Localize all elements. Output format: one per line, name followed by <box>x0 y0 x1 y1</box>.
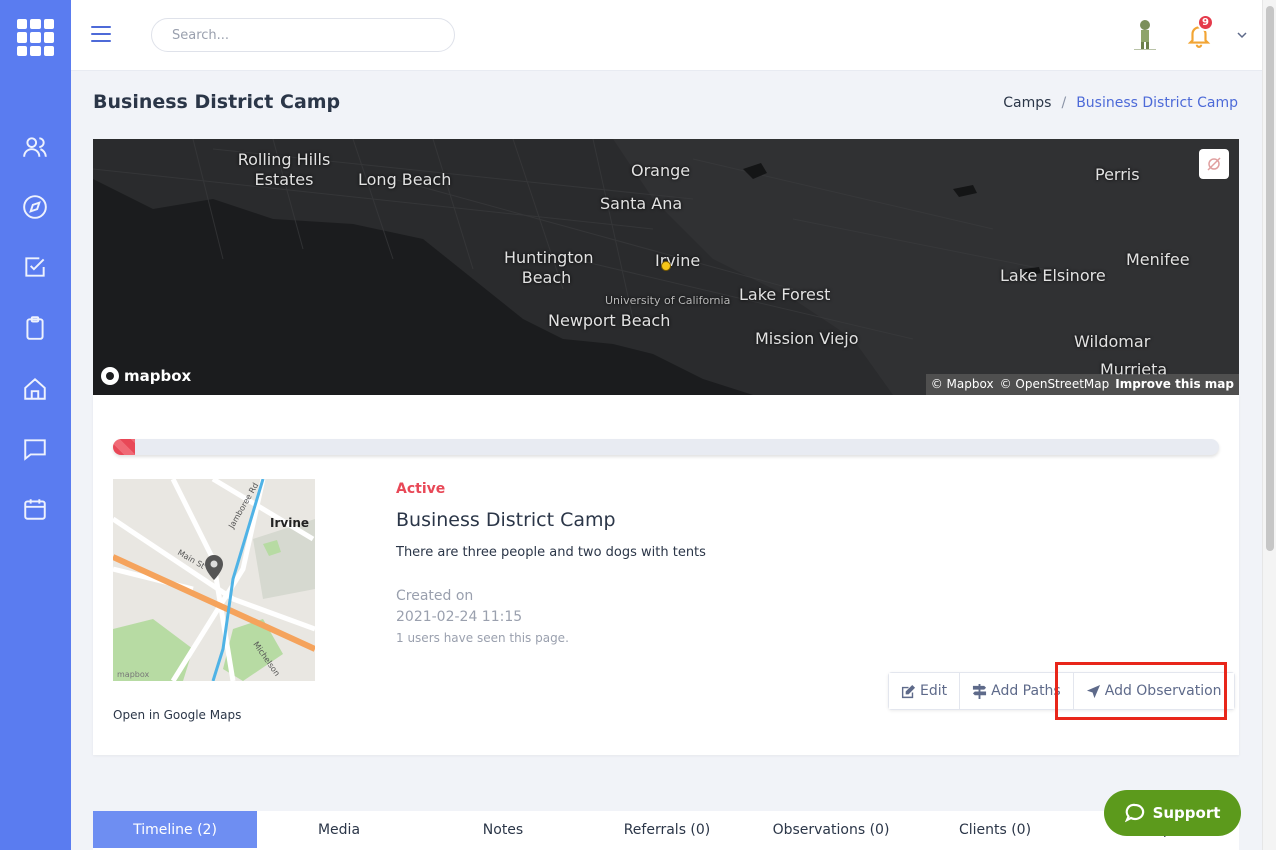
map-label: Newport Beach <box>548 311 671 330</box>
thumbnail-mapbox-logo: mapbox <box>117 670 150 679</box>
map-toggle-button[interactable] <box>1199 149 1229 179</box>
map-label: Santa Ana <box>600 194 683 213</box>
search-input[interactable] <box>151 18 455 52</box>
chat-bubble-icon <box>1124 803 1144 823</box>
breadcrumb: Camps / Business District Camp <box>1003 95 1238 111</box>
created-date: 2021-02-24 11:15 <box>396 609 523 625</box>
open-google-maps-link[interactable]: Open in Google Maps <box>113 708 241 722</box>
map-label: Lake Elsinore <box>1000 266 1106 285</box>
menu-toggle-icon[interactable] <box>91 26 111 44</box>
tab-bar: Timeline (2) Media Notes Referrals (0) O… <box>93 811 1239 850</box>
mapbox-logo: mapbox <box>101 367 191 385</box>
page-title: Business District Camp <box>93 91 341 113</box>
topbar: 9 <box>71 0 1262 71</box>
map-label: Lake Forest <box>739 285 831 304</box>
map-attribution: © Mapbox © OpenStreetMap Improve this ma… <box>925 374 1239 395</box>
map-label: University of California <box>605 294 731 307</box>
map-label: Wildomar <box>1074 332 1151 351</box>
attribution-osm[interactable]: © OpenStreetMap <box>1000 377 1110 392</box>
camp-marker[interactable] <box>661 261 671 271</box>
scrollbar[interactable] <box>1262 0 1276 850</box>
calendar-icon[interactable] <box>22 496 48 522</box>
chevron-down-icon[interactable] <box>1235 28 1249 42</box>
compass-icon[interactable] <box>22 194 48 220</box>
edit-button[interactable]: Edit <box>889 673 961 709</box>
edit-icon <box>901 684 916 698</box>
map-label: Mission Viejo <box>755 329 859 348</box>
avatar[interactable] <box>1130 18 1160 52</box>
chat-icon[interactable] <box>22 436 48 462</box>
apps-grid-icon[interactable] <box>17 19 54 56</box>
status-badge: Active <box>396 481 446 497</box>
camp-description: There are three people and two dogs with… <box>396 545 706 560</box>
breadcrumb-separator: / <box>1061 95 1067 111</box>
map-label: Orange <box>631 161 691 180</box>
users-icon[interactable] <box>22 134 48 160</box>
tab-referrals[interactable]: Referrals (0) <box>585 811 749 848</box>
map-label: Long Beach <box>358 170 452 189</box>
improve-map-link[interactable]: Improve this map <box>1115 377 1234 392</box>
camp-name: Business District Camp <box>396 509 616 531</box>
clipboard-icon[interactable] <box>22 315 48 341</box>
highlight-box <box>1055 662 1227 720</box>
thumbnail-map[interactable]: Irvine Main St Jamboree Rd Michelson map… <box>113 479 315 681</box>
notification-badge: 9 <box>1197 14 1214 31</box>
map-label: Perris <box>1095 165 1140 184</box>
thumbnail-label: Irvine <box>270 516 309 530</box>
overview-map[interactable]: Rolling Hills Estates Long Beach Orange … <box>93 139 1239 395</box>
sidebar <box>0 0 71 850</box>
map-label: Huntington Beach <box>504 248 594 287</box>
tab-timeline[interactable]: Timeline (2) <box>93 811 257 848</box>
visibility-off-icon <box>1207 157 1221 171</box>
tab-media[interactable]: Media <box>257 811 421 848</box>
map-label: Rolling Hills Estates <box>237 150 331 189</box>
created-label: Created on <box>396 588 474 604</box>
progress-bar <box>113 439 1219 455</box>
map-label: Menifee <box>1126 250 1190 269</box>
tab-notes[interactable]: Notes <box>421 811 585 848</box>
signpost-icon <box>973 683 987 699</box>
tab-observations[interactable]: Observations (0) <box>749 811 913 848</box>
home-icon[interactable] <box>22 376 48 402</box>
tab-clients[interactable]: Clients (0) <box>913 811 1077 848</box>
support-button[interactable]: Support <box>1104 790 1241 836</box>
seen-count: 1 users have seen this page. <box>396 631 569 645</box>
breadcrumb-current: Business District Camp <box>1076 95 1238 111</box>
checkbox-icon[interactable] <box>22 254 48 280</box>
breadcrumb-camps[interactable]: Camps <box>1003 95 1051 111</box>
attribution-mapbox[interactable]: © Mapbox <box>931 377 994 392</box>
